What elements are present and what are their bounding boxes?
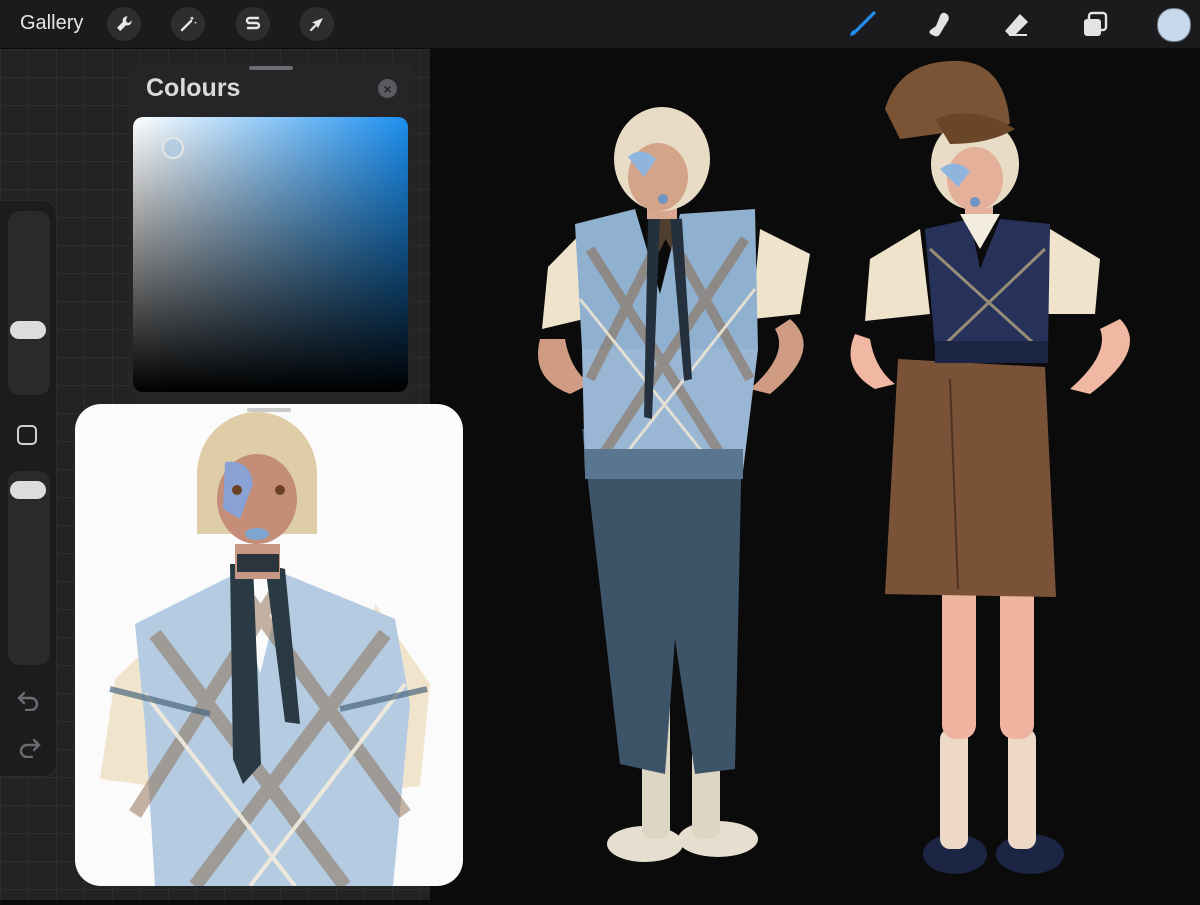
current-colour-swatch[interactable] [1157, 8, 1191, 42]
close-icon: × [383, 80, 392, 97]
modify-button[interactable] [17, 425, 37, 445]
reference-drag-handle[interactable] [247, 408, 291, 412]
actions-button[interactable] [107, 7, 141, 41]
layers-icon [1084, 11, 1108, 36]
colour-picker-square[interactable] [133, 117, 408, 392]
transform-arrow-icon [309, 18, 323, 32]
figure-right [850, 60, 1130, 874]
colours-panel: Colours × [128, 60, 414, 402]
magic-wand-icon [180, 16, 197, 32]
layers-tool[interactable] [1078, 8, 1112, 42]
selection-button[interactable] [236, 7, 270, 41]
adjustments-button[interactable] [171, 7, 205, 41]
smudge-icon [929, 12, 949, 37]
canvas-artwork [538, 60, 1130, 874]
eraser-icon [1005, 14, 1028, 36]
brush-size-slider[interactable] [8, 211, 50, 395]
top-toolbar: Gallery [0, 0, 1200, 49]
undo-icon [17, 691, 39, 712]
brush-tool[interactable] [845, 8, 879, 42]
reference-artwork [100, 412, 430, 886]
opacity-slider[interactable] [8, 471, 50, 665]
reference-panel[interactable] [75, 404, 463, 886]
eraser-tool[interactable] [1000, 8, 1034, 42]
drawing-canvas[interactable] [430, 49, 1200, 900]
redo-button[interactable] [16, 736, 42, 759]
close-colours-button[interactable]: × [378, 79, 397, 98]
undo-button[interactable] [16, 689, 42, 712]
brush-icon [850, 11, 876, 36]
redo-icon [19, 738, 41, 759]
opacity-thumb[interactable] [10, 481, 46, 499]
smudge-tool[interactable] [922, 8, 956, 42]
selection-icon [245, 16, 261, 30]
gallery-button[interactable]: Gallery [20, 12, 83, 35]
panel-drag-handle[interactable] [249, 66, 293, 70]
wrench-icon [117, 16, 132, 31]
colours-title: Colours [146, 74, 241, 102]
transform-button[interactable] [300, 7, 334, 41]
left-sidebar [0, 200, 57, 777]
brush-size-thumb[interactable] [10, 321, 46, 339]
colour-picker-knob[interactable] [162, 137, 184, 159]
figure-left [538, 107, 810, 862]
